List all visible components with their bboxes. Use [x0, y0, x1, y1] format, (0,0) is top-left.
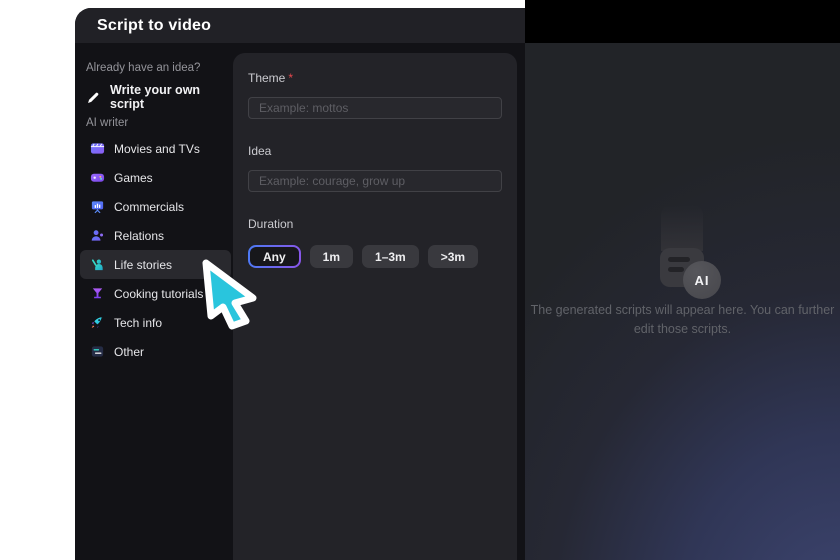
ai-badge-icon: AI [683, 261, 721, 299]
sidebar-item-label: Movies and TVs [114, 141, 200, 156]
ai-writer-category-list: Movies and TVs Games Commercials Relatio… [80, 134, 231, 366]
sidebar-item-movies-and-tvs[interactable]: Movies and TVs [80, 134, 231, 163]
page-title: Script to video [97, 16, 212, 34]
duration-option-1m[interactable]: 1m [309, 245, 354, 268]
window-header: Script to video [75, 8, 525, 43]
list-icon [91, 346, 104, 357]
duration-option-over-3m[interactable]: >3m [427, 245, 479, 268]
duration-option-any[interactable]: Any [248, 245, 301, 268]
person-icon [91, 230, 104, 241]
sidebar-item-life-stories[interactable]: Life stories [80, 250, 231, 279]
theme-label: Theme * [248, 71, 294, 85]
sidebar-item-label: Cooking tutorials [114, 286, 204, 301]
pencil-icon [88, 92, 99, 103]
sidebar-item-other[interactable]: Other [80, 337, 231, 366]
sidebar-item-label: Relations [114, 228, 165, 243]
script-settings-panel: Theme* Idea Duration Any 1m 1–3m >3m [233, 53, 517, 560]
presentation-icon [91, 201, 104, 214]
right-top-bar [525, 0, 840, 43]
sidebar-item-label: Write your own script [110, 83, 201, 111]
script-icon-glow [661, 205, 703, 251]
sidebar-section-ai-writer-label: AI writer [86, 117, 129, 129]
script-text-line [668, 257, 690, 262]
gamepad-icon [90, 173, 105, 182]
duration-label: Duration [248, 217, 294, 231]
duration-option-1-3m[interactable]: 1–3m [362, 245, 419, 268]
sidebar-item-label: Tech info [114, 315, 163, 330]
waving-person-icon [91, 259, 103, 271]
sidebar-item-write-own-script[interactable]: Write your own script [86, 83, 232, 111]
idea-input[interactable] [248, 170, 502, 192]
required-asterisk: * [288, 71, 294, 85]
sidebar-item-label: Commercials [114, 199, 185, 214]
sidebar-item-games[interactable]: Games [80, 163, 231, 192]
sidebar-item-tech-info[interactable]: Tech info [80, 308, 231, 337]
generated-scripts-panel: AI The generated scripts will appear her… [525, 43, 840, 560]
empty-state-caption: The generated scripts will appear here. … [530, 303, 835, 337]
sidebar-item-cooking-tutorials[interactable]: Cooking tutorials [80, 279, 231, 308]
theme-input[interactable] [248, 97, 502, 119]
sidebar-item-label: Other [114, 344, 145, 359]
sidebar-item-relations[interactable]: Relations [80, 221, 231, 250]
sidebar-item-label: Games [114, 170, 153, 185]
ai-badge-label: AI [694, 272, 710, 288]
duration-options: Any 1m 1–3m >3m [248, 245, 502, 268]
script-text-line [668, 267, 684, 272]
clapperboard-icon [90, 143, 105, 154]
idea-label: Idea [248, 144, 272, 158]
rocket-icon [91, 317, 103, 329]
sidebar-section-idea-label: Already have an idea? [86, 62, 201, 74]
sidebar-item-label: Life stories [114, 257, 173, 272]
sidebar-item-commercials[interactable]: Commercials [80, 192, 231, 221]
cocktail-icon [92, 288, 103, 299]
